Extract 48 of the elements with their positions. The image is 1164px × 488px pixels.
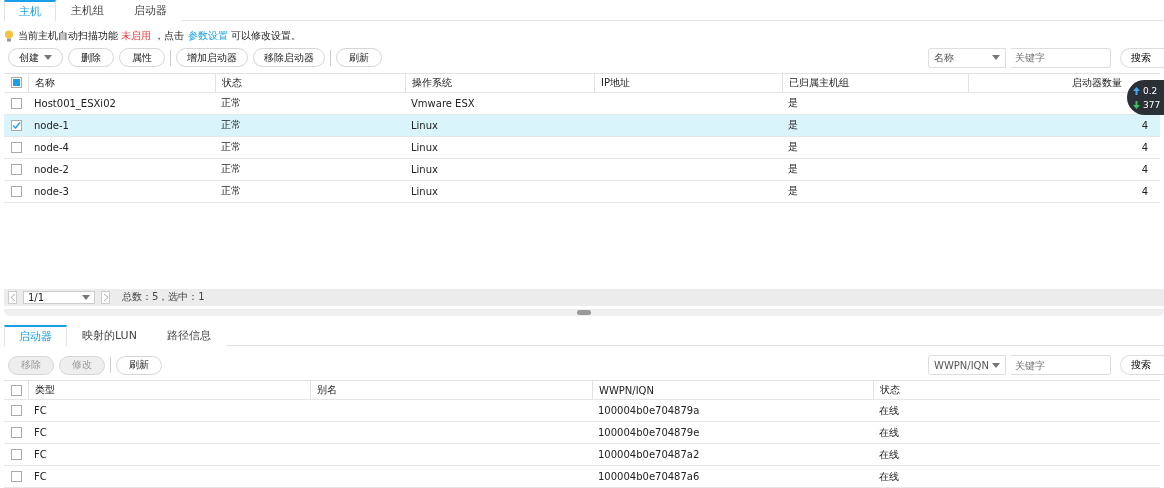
table-cell-text: 100004b0e70487a2 bbox=[597, 448, 701, 462]
table-cell-text: 正常 bbox=[220, 184, 242, 199]
table-cell-text: Linux bbox=[410, 118, 439, 133]
column-header: 状态 bbox=[215, 73, 405, 92]
column-header: 名称 bbox=[28, 73, 215, 92]
table-cell-text: FC bbox=[33, 448, 48, 462]
column-header: 已归属主机组 bbox=[782, 73, 968, 92]
table-cell-text: FC bbox=[33, 470, 48, 484]
table-cell-text: 是 bbox=[787, 140, 799, 155]
table-cell-text: Linux bbox=[410, 184, 439, 199]
table-cell-text: 正常 bbox=[220, 118, 242, 133]
table-cell-text: 在线 bbox=[878, 469, 900, 484]
table-cell-text: FC bbox=[33, 404, 48, 418]
table-cell-text: 在线 bbox=[878, 447, 900, 462]
column-header: 操作系统 bbox=[405, 73, 594, 92]
table-cell-text: 正常 bbox=[220, 162, 242, 177]
table-cell-text: 4 bbox=[1140, 140, 1149, 155]
table-cell-text: 在线 bbox=[878, 403, 900, 418]
table-cell-text: Host001_ESXi02 bbox=[33, 96, 117, 112]
table-cell-text: node-4 bbox=[33, 140, 70, 155]
column-header: WWPN/IQN bbox=[592, 381, 873, 399]
table-cell-text: 是 bbox=[787, 184, 799, 199]
column-header: IP地址 bbox=[594, 73, 782, 92]
table-cell-text: 正常 bbox=[220, 96, 242, 111]
column-header: 别名 bbox=[310, 381, 592, 399]
table-cell-text: node-2 bbox=[33, 162, 70, 177]
table-cell-text: Linux bbox=[410, 162, 439, 177]
column-header: 状态 bbox=[873, 381, 1154, 399]
table-cell-text: 4 bbox=[1140, 162, 1149, 177]
table-cell-text: FC bbox=[33, 426, 48, 440]
table-cell-text: Vmware ESX bbox=[410, 96, 476, 111]
table-cell-text: 是 bbox=[787, 118, 799, 133]
table-cell-text: 100004b0e704879e bbox=[597, 426, 701, 440]
notice-text: 当前主机自动扫描功能 未启用 ，点击 参数设置 可以修改设置。 bbox=[18, 29, 301, 43]
table-cell-text: 是 bbox=[787, 96, 799, 111]
table-cell-text: node-1 bbox=[33, 118, 70, 133]
download-speed: 377 bbox=[1143, 99, 1161, 110]
table-cell-text: 4 bbox=[1140, 118, 1149, 133]
table-cell-text: 正常 bbox=[220, 140, 242, 155]
selection-summary: 总数：5，选中：1 bbox=[122, 290, 205, 305]
table-cell-text: 4 bbox=[1140, 184, 1149, 199]
table-cell-text: node-3 bbox=[33, 184, 70, 199]
table-cell-text: 100004b0e704879a bbox=[597, 404, 701, 418]
table-cell-text: Linux bbox=[410, 140, 439, 155]
column-header: 类型 bbox=[28, 381, 310, 399]
table-cell-text: 是 bbox=[787, 162, 799, 177]
table-cell-text: 在线 bbox=[878, 425, 900, 440]
table-cell-text: 100004b0e70487a6 bbox=[597, 470, 701, 484]
